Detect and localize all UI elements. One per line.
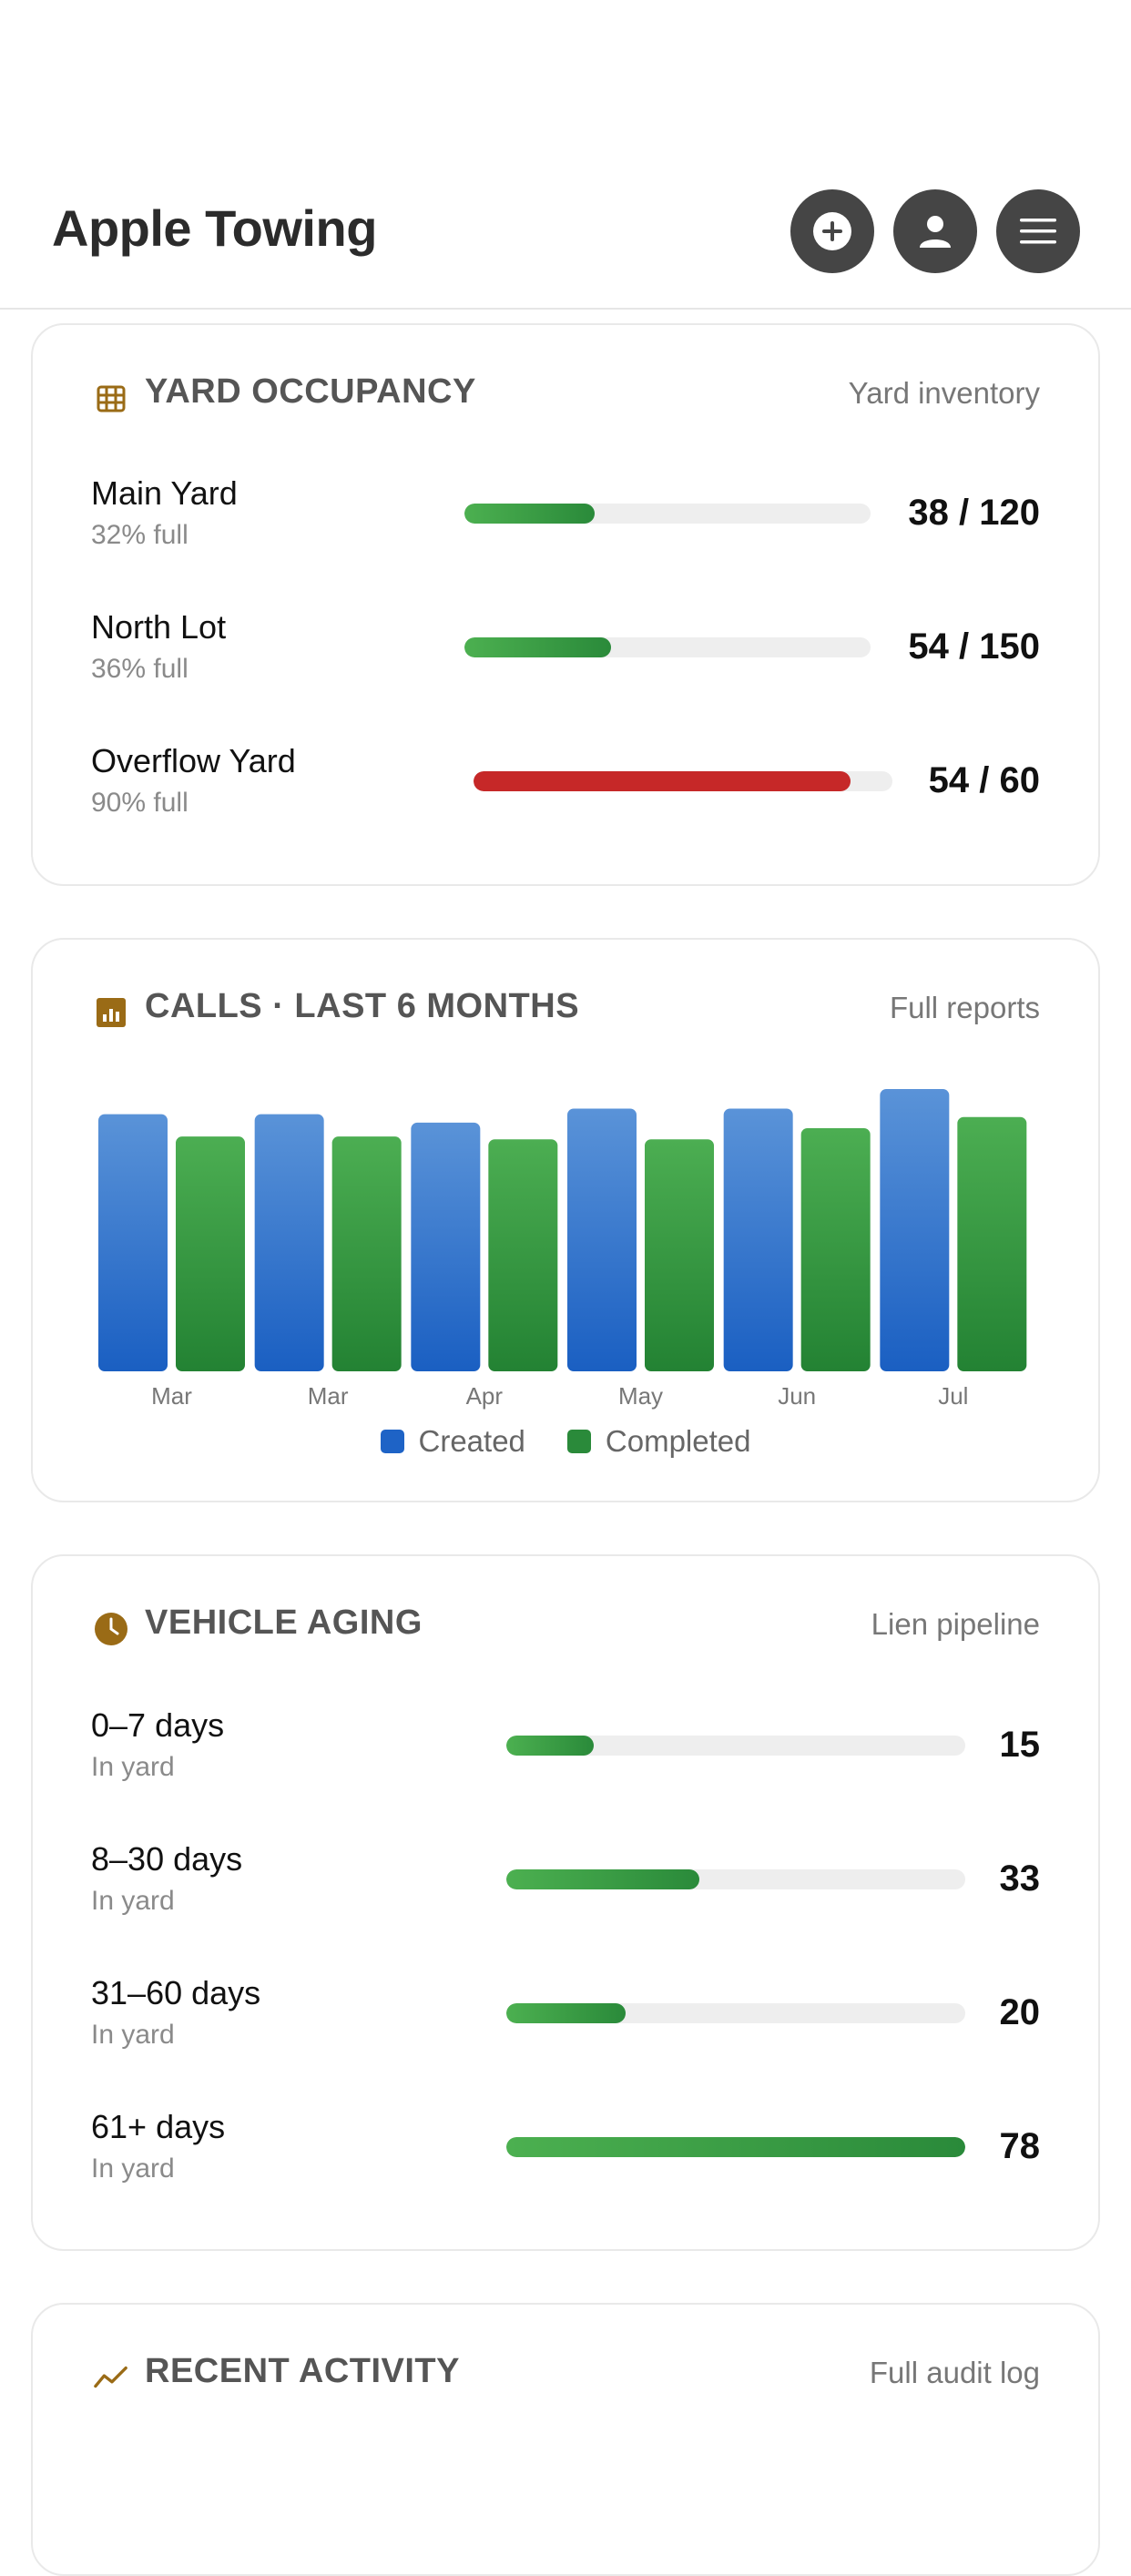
legend-item-completed: Completed bbox=[566, 1424, 751, 1459]
profile-button[interactable] bbox=[893, 189, 977, 273]
person-icon bbox=[920, 216, 951, 248]
aging-bar-fill bbox=[506, 2003, 627, 2023]
x-tick-label: Jul bbox=[938, 1382, 968, 1410]
legend-label: Created bbox=[418, 1424, 525, 1458]
aging-bucket-sub: In yard bbox=[91, 2020, 175, 2050]
occupancy-bar bbox=[464, 504, 871, 524]
bar-completed-5 bbox=[957, 1116, 1027, 1371]
aging-count: 33 bbox=[999, 1858, 1041, 1899]
bar-created-2 bbox=[411, 1122, 481, 1371]
yard-fill-percent: 36% full bbox=[91, 654, 188, 684]
yard-fill-percent: 32% full bbox=[91, 520, 188, 550]
occupancy-count: 38 / 120 bbox=[908, 493, 1040, 533]
add-button[interactable] bbox=[790, 189, 874, 273]
x-tick-label: Apr bbox=[466, 1382, 504, 1410]
hamburger-menu-icon bbox=[1020, 219, 1056, 244]
grid-icon bbox=[97, 385, 126, 412]
card-title: RECENT ACTIVITY bbox=[145, 2352, 460, 2390]
legend-label: Completed bbox=[605, 1424, 751, 1458]
bar-completed-0 bbox=[176, 1136, 245, 1371]
occupancy-count: 54 / 150 bbox=[908, 626, 1040, 667]
x-tick-label: May bbox=[618, 1382, 663, 1410]
legend-swatch bbox=[380, 1430, 404, 1453]
aging-bar bbox=[506, 2003, 965, 2023]
aging-bucket-sub: In yard bbox=[91, 1886, 175, 1916]
aging-bucket-label: 0–7 days bbox=[91, 1706, 225, 1744]
aging-bar-fill bbox=[506, 2137, 965, 2157]
full-audit-log-link[interactable]: Full audit log bbox=[870, 2356, 1040, 2390]
menu-button[interactable] bbox=[996, 189, 1080, 273]
lien-pipeline-link[interactable]: Lien pipeline bbox=[871, 1607, 1040, 1642]
aging-bar bbox=[506, 1736, 965, 1756]
x-tick-label: Mar bbox=[308, 1382, 349, 1410]
yard-inventory-link[interactable]: Yard inventory bbox=[849, 376, 1040, 411]
calls-chart-card: CALLS · LAST 6 MONTHS Full reports Mar Ma… bbox=[31, 938, 1100, 1502]
bar-completed-1 bbox=[331, 1136, 402, 1371]
aging-bar-fill bbox=[506, 1736, 594, 1756]
occupancy-count: 54 / 60 bbox=[928, 760, 1040, 800]
yard-fill-percent: 90% full bbox=[91, 788, 188, 818]
x-tick-label: Jun bbox=[778, 1382, 816, 1410]
card-title: VEHICLE AGING bbox=[145, 1604, 423, 1642]
bar-completed-2 bbox=[488, 1139, 558, 1371]
occupancy-bar-fill bbox=[464, 504, 595, 524]
plus-circle-icon bbox=[813, 212, 851, 250]
aging-count: 20 bbox=[999, 1992, 1041, 2032]
aging-bucket-sub: In yard bbox=[91, 2153, 175, 2184]
calls-bar-chart: Mar Mar Apr May Jun Jul bbox=[98, 1089, 1027, 1410]
bar-created-5 bbox=[880, 1089, 950, 1371]
bar-created-1 bbox=[254, 1114, 324, 1371]
yard-name: Main Yard bbox=[91, 474, 238, 512]
legend-item-created: Created bbox=[380, 1424, 525, 1459]
aging-bucket-label: 8–30 days bbox=[91, 1840, 243, 1878]
aging-bucket-label: 61+ days bbox=[91, 2108, 226, 2145]
card-title: YARD OCCUPANCY bbox=[145, 372, 476, 411]
occupancy-bar-fill bbox=[474, 771, 851, 791]
occupancy-bar-fill bbox=[464, 637, 611, 657]
aging-bar-fill bbox=[506, 1869, 699, 1889]
full-reports-link[interactable]: Full reports bbox=[890, 991, 1040, 1025]
yard-occupancy-card: YARD OCCUPANCY Yard inventory Main Yard … bbox=[31, 323, 1100, 886]
bar-completed-4 bbox=[800, 1127, 871, 1371]
aging-bucket-label: 31–60 days bbox=[91, 1974, 261, 2011]
bar-completed-3 bbox=[645, 1139, 714, 1371]
x-tick-label: Mar bbox=[151, 1382, 192, 1410]
aging-bar bbox=[506, 1869, 965, 1889]
yard-name: Overflow Yard bbox=[91, 742, 296, 779]
chart-legend: Created Completed bbox=[33, 1424, 1098, 1459]
vehicle-aging-card: VEHICLE AGING Lien pipeline 0–7 days In … bbox=[31, 1554, 1100, 2251]
yard-name: North Lot bbox=[91, 608, 227, 646]
aging-count: 15 bbox=[999, 1725, 1041, 1765]
app-header: Apple Towing bbox=[0, 0, 1131, 310]
trend-line-icon bbox=[94, 2366, 127, 2388]
aging-bucket-sub: In yard bbox=[91, 1752, 175, 1782]
card-title: CALLS · LAST 6 MONTHS bbox=[145, 987, 580, 1025]
occupancy-bar bbox=[474, 771, 892, 791]
bar-created-4 bbox=[723, 1108, 793, 1371]
legend-swatch bbox=[566, 1430, 591, 1453]
bar-created-0 bbox=[98, 1114, 168, 1371]
aging-count: 78 bbox=[999, 2126, 1041, 2166]
recent-activity-card: RECENT ACTIVITY Full audit log bbox=[31, 2303, 1100, 2576]
aging-bar bbox=[506, 2137, 965, 2157]
clock-icon bbox=[95, 1613, 127, 1645]
bar-chart-icon bbox=[97, 998, 126, 1027]
occupancy-bar bbox=[464, 637, 871, 657]
bar-created-3 bbox=[567, 1108, 637, 1371]
app-title: Apple Towing bbox=[52, 199, 377, 257]
